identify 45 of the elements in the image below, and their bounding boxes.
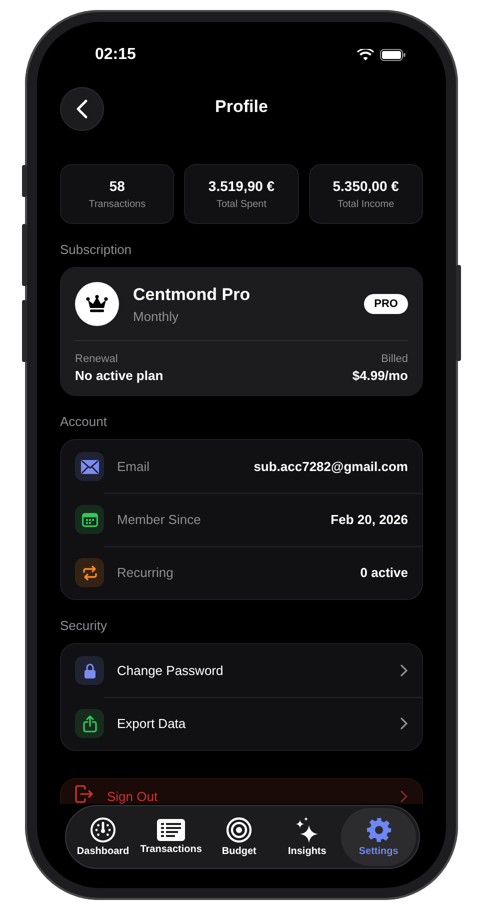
tab[interactable]: Insights <box>273 808 342 866</box>
tab[interactable]: Settings <box>341 808 416 866</box>
tab[interactable]: Transactions <box>137 808 206 866</box>
back-button[interactable] <box>60 87 104 131</box>
plan-period: Monthly <box>133 308 180 324</box>
chevron-icon <box>400 790 408 803</box>
settings-row[interactable]: Change Password <box>61 644 422 697</box>
settings-row[interactable]: Export Data <box>61 697 422 750</box>
crown-icon <box>75 282 119 326</box>
stat-label: Transactions <box>88 199 146 210</box>
plan-name: Centmond Pro <box>133 284 252 304</box>
renewal-value: No active plan <box>75 368 164 383</box>
stat-value: 5.350,00 € <box>332 178 399 194</box>
settings-icon <box>366 817 392 843</box>
wifi-icon <box>357 49 374 61</box>
row-value: 0 active <box>360 565 408 580</box>
row-value: sub.acc7282@gmail.com <box>254 459 408 474</box>
row-value: Feb 20, 2026 <box>330 512 408 527</box>
stat-value: 3.519,90 € <box>208 178 275 194</box>
row-label: Recurring <box>117 565 174 580</box>
gauge-icon <box>90 817 116 843</box>
target-icon <box>226 817 252 843</box>
section-heading: Security <box>60 618 107 633</box>
chevron-icon <box>400 717 408 730</box>
battery-icon <box>380 49 406 61</box>
section-heading: Subscription <box>60 242 132 257</box>
stat-label: Total Spent <box>216 199 267 210</box>
back-icon <box>76 99 88 119</box>
stat-label: Total Income <box>337 199 394 210</box>
billed-label: Billed <box>381 353 408 365</box>
renewal-label: Renewal <box>75 353 119 365</box>
chevron-icon <box>400 664 408 677</box>
list-icon <box>157 819 186 841</box>
billed-value: $4.99/mo <box>352 368 408 383</box>
sign-out-icon <box>75 785 93 803</box>
stat-value: 58 <box>109 178 125 194</box>
sign-out-button[interactable]: Sign Out <box>60 778 423 804</box>
row-label: Member Since <box>117 512 202 527</box>
pro-badge: PRO <box>364 294 408 314</box>
section-heading: Account <box>60 414 107 429</box>
row-label: Email <box>117 459 151 474</box>
tab[interactable]: Budget <box>205 808 274 866</box>
status-time: 02:15 <box>95 46 136 64</box>
page-title: Profile <box>215 97 268 117</box>
tab[interactable]: Dashboard <box>69 808 138 866</box>
